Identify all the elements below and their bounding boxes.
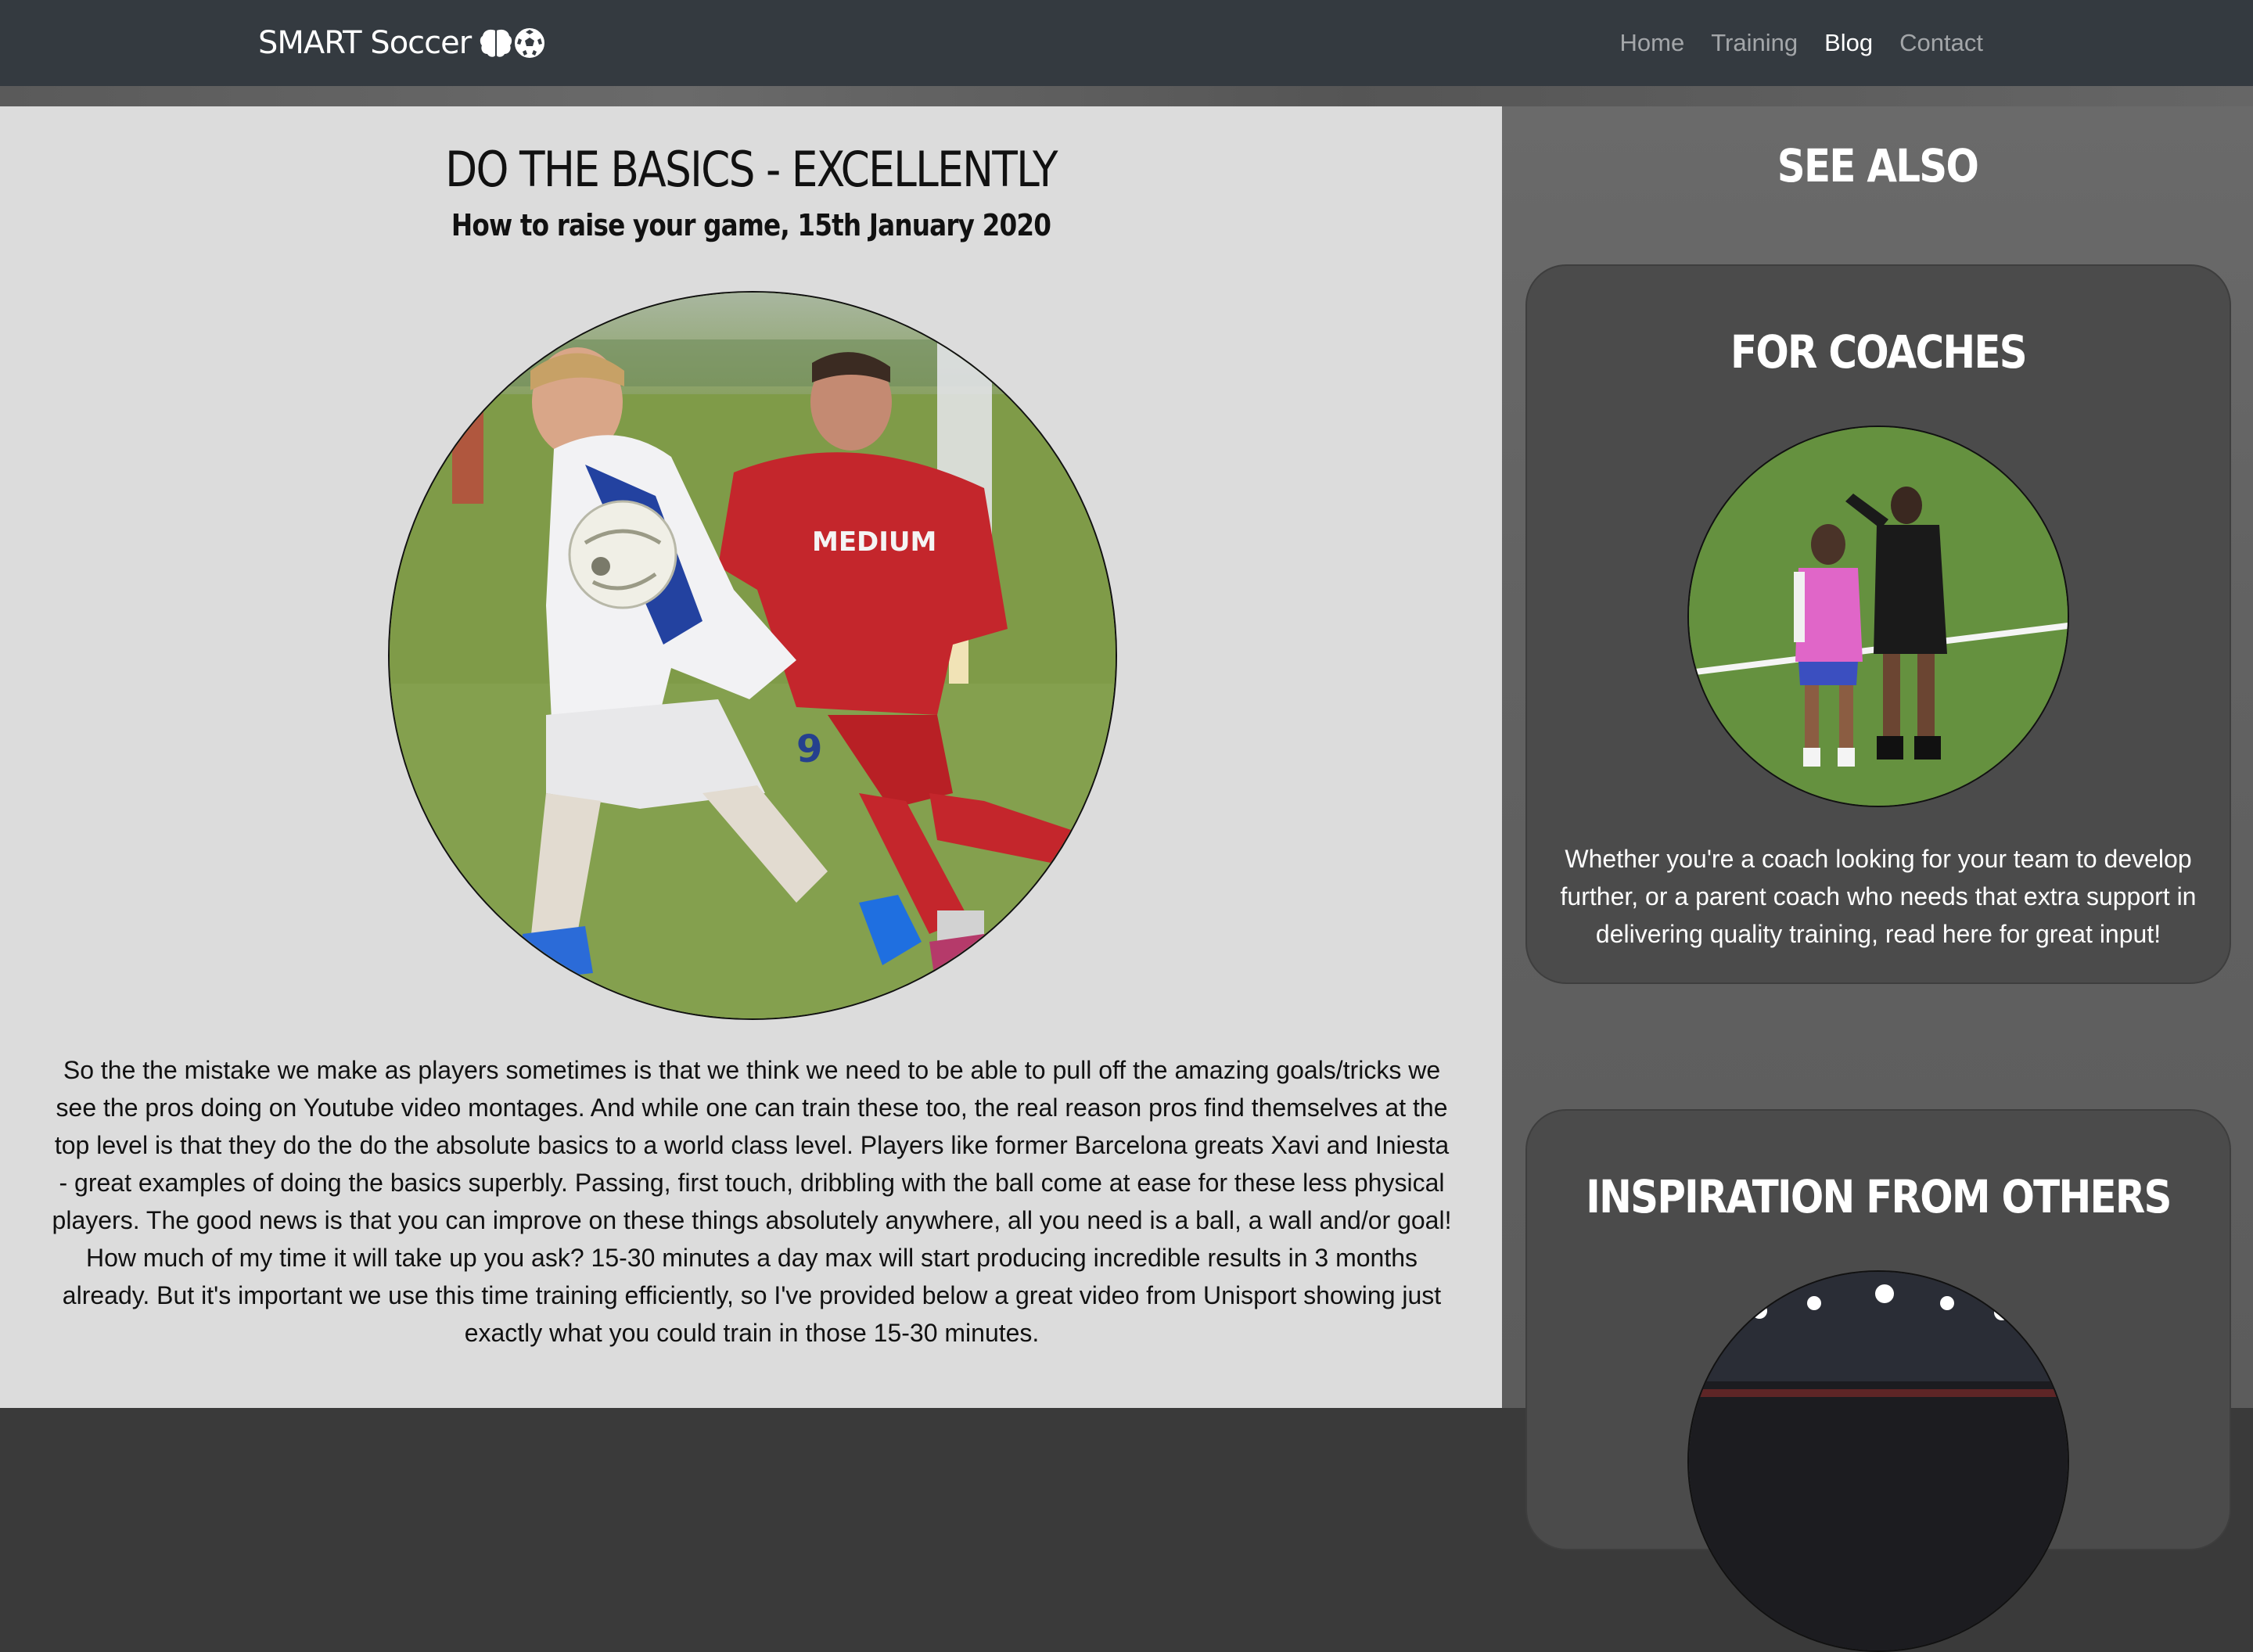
brain-icon <box>480 29 512 57</box>
shorts-number: 9 <box>796 727 822 771</box>
card-title: FOR COACHES <box>1730 325 2028 379</box>
hero-image: MEDIUM 9 <box>388 291 1117 1020</box>
sidebar-heading: SEE ALSO <box>1777 139 1979 192</box>
coach-and-player-illustration <box>1689 427 2068 806</box>
navbar: SMART Soccer Home Training Blog Contact <box>0 0 2253 86</box>
article-title: DO THE BASICS - EXCELLENTLY <box>445 141 1058 198</box>
nav-links: Home Training Blog Contact <box>1620 22 1983 64</box>
jersey-text: MEDIUM <box>812 526 936 558</box>
soccer-players-illustration: MEDIUM 9 <box>390 293 1116 1018</box>
stadium-image <box>1687 1270 2069 1652</box>
article-body: So the the mistake we make as players so… <box>52 1056 1452 1347</box>
card-title: INSPIRATION FROM OTHERS <box>1586 1170 2172 1223</box>
stadium-illustration <box>1689 1272 2068 1650</box>
coaches-image <box>1687 426 2069 807</box>
card-for-coaches[interactable]: FOR COACHES Whether you're a coach looki… <box>1525 264 2231 984</box>
card-text: Whether you're a coach looking for your … <box>1560 845 2197 948</box>
article: DO THE BASICS - EXCELLENTLY How to raise… <box>0 106 1502 1408</box>
nav-link-home[interactable]: Home <box>1620 29 1685 57</box>
background-strip <box>0 86 2253 106</box>
soccer-ball-icon <box>515 28 545 58</box>
nav-link-contact[interactable]: Contact <box>1899 29 1983 57</box>
nav-link-training[interactable]: Training <box>1711 29 1798 57</box>
nav-link-blog[interactable]: Blog <box>1824 29 1873 57</box>
brand-name: SMART Soccer <box>258 25 472 61</box>
article-subtitle: How to raise your game, 15th January 202… <box>451 208 1051 242</box>
brand-logo[interactable]: SMART Soccer <box>258 23 546 63</box>
sidebar: SEE ALSO FOR COACHES Whether you're a co… <box>1502 106 2253 1652</box>
brand-icons <box>479 27 546 59</box>
card-inspiration[interactable]: INSPIRATION FROM OTHERS <box>1525 1109 2231 1652</box>
